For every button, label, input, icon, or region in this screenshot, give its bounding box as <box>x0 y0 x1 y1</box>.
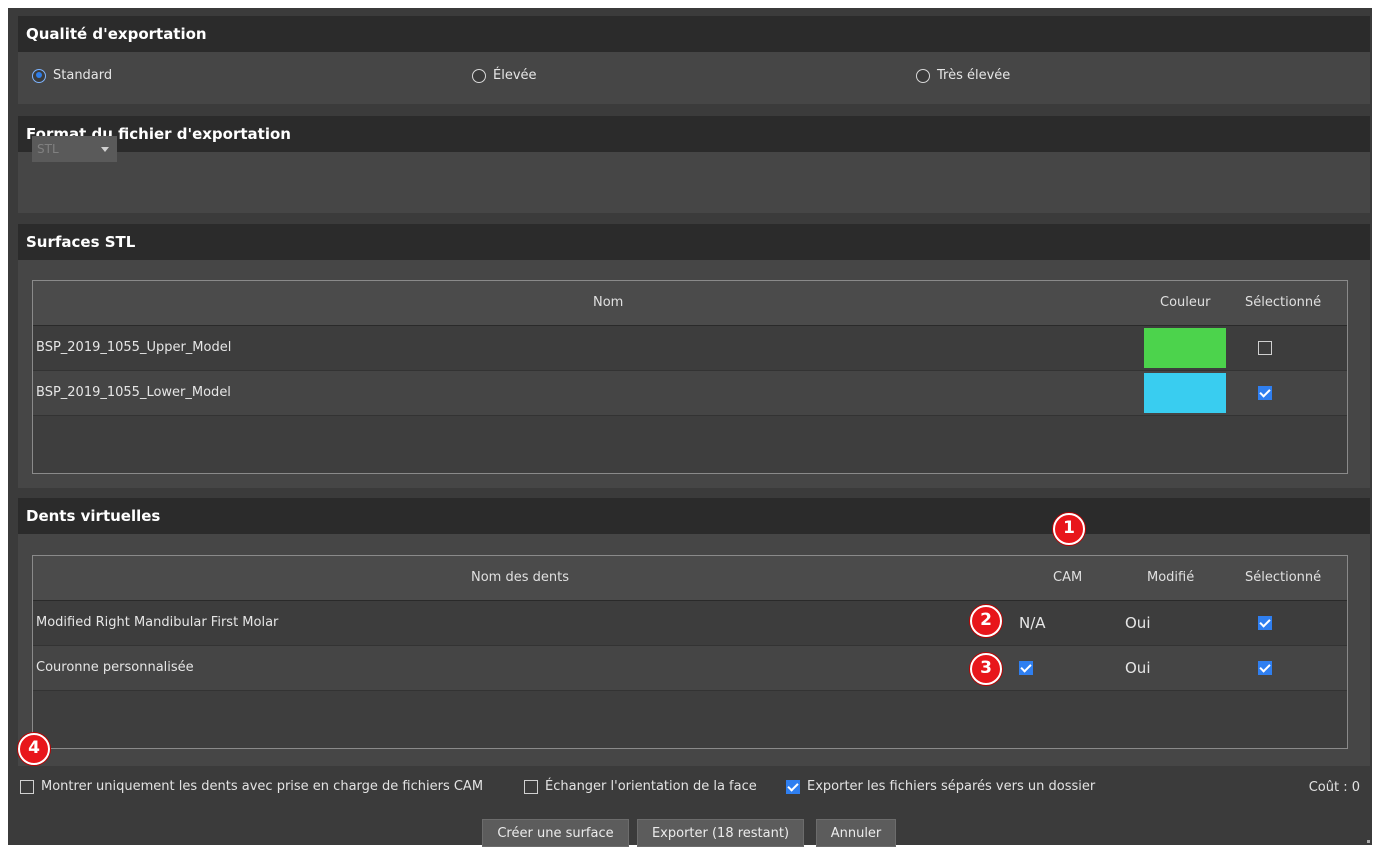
export-quality-title: Qualité d'exportation <box>18 16 1370 52</box>
table-row[interactable]: BSP_2019_1055_Upper_Model <box>33 326 1347 371</box>
color-swatch[interactable] <box>1144 373 1226 413</box>
surface-name: BSP_2019_1055_Upper_Model <box>36 340 232 355</box>
export-format-title: Format du fichier d'exportation <box>18 116 1370 152</box>
cam-only-label: Montrer uniquement les dents avec prise … <box>41 779 484 794</box>
chevron-down-icon <box>101 147 109 152</box>
tooth-name: Modified Right Mandibular First Molar <box>36 615 279 630</box>
column-header-selected[interactable]: Sélectionné <box>1245 295 1321 310</box>
virtual-teeth-title: Dents virtuelles <box>18 498 1370 534</box>
quality-very-high-label: Très élevée <box>937 68 1011 83</box>
swap-orientation-option[interactable]: Échanger l'orientation de la face <box>524 779 757 794</box>
stl-surfaces-title: Surfaces STL <box>18 224 1370 260</box>
create-surface-button[interactable]: Créer une surface <box>482 819 629 847</box>
stl-surfaces-section: Surfaces STL Nom Couleur Sélectionné BSP… <box>18 224 1370 488</box>
swap-orientation-label: Échanger l'orientation de la face <box>545 779 757 794</box>
surface-name: BSP_2019_1055_Lower_Model <box>36 385 231 400</box>
surface-select-checkbox[interactable] <box>1258 341 1272 355</box>
cam-only-option[interactable]: Montrer uniquement les dents avec prise … <box>20 779 483 794</box>
format-dropdown[interactable]: STL <box>32 136 117 162</box>
resize-grip-icon[interactable] <box>1367 840 1370 843</box>
tooth-select-checkbox[interactable] <box>1258 616 1272 630</box>
table-header: Nom des dents CAM Modifié Sélectionné <box>33 556 1347 601</box>
cost-label: Coût : 0 <box>1308 780 1360 795</box>
export-dialog: Qualité d'exportation Standard Élevée Tr… <box>8 8 1372 847</box>
quality-high-label: Élevée <box>493 68 537 83</box>
quality-radio-group: Standard Élevée Très élevée <box>18 52 1370 104</box>
format-dropdown-value: STL <box>37 142 59 156</box>
table-row[interactable]: Modified Right Mandibular First Molar N/… <box>33 601 1347 646</box>
radio-unselected-icon <box>472 68 486 83</box>
radio-selected-icon <box>32 68 46 83</box>
annotation-badge-2: 2 <box>970 605 1002 637</box>
modified-value: Oui <box>1125 614 1151 632</box>
radio-unselected-icon <box>916 68 930 83</box>
cam-only-checkbox[interactable] <box>20 779 34 794</box>
swap-orientation-checkbox[interactable] <box>524 779 538 794</box>
table-header: Nom Couleur Sélectionné <box>33 281 1347 326</box>
export-separate-checkbox[interactable] <box>786 779 800 794</box>
annotation-badge-1: 1 <box>1053 513 1085 545</box>
cam-checkbox[interactable] <box>1019 661 1033 675</box>
column-header-modified[interactable]: Modifié <box>1147 570 1194 585</box>
virtual-teeth-table: Nom des dents CAM Modifié Sélectionné Mo… <box>32 555 1348 749</box>
quality-high-radio[interactable]: Élevée <box>472 68 537 83</box>
export-button[interactable]: Exporter (18 restant) <box>637 819 804 847</box>
column-header-name[interactable]: Nom <box>593 295 623 310</box>
export-separate-option[interactable]: Exporter les fichiers séparés vers un do… <box>786 779 1095 794</box>
export-format-section: Format du fichier d'exportation STL <box>18 116 1370 213</box>
color-swatch[interactable] <box>1144 328 1226 368</box>
column-header-color[interactable]: Couleur <box>1160 295 1210 310</box>
stl-surfaces-table: Nom Couleur Sélectionné BSP_2019_1055_Up… <box>32 280 1348 474</box>
tooth-select-checkbox[interactable] <box>1258 661 1272 675</box>
export-separate-label: Exporter les fichiers séparés vers un do… <box>807 779 1096 794</box>
column-header-tooth-name[interactable]: Nom des dents <box>471 570 569 585</box>
column-header-cam[interactable]: CAM <box>1053 570 1082 585</box>
quality-very-high-radio[interactable]: Très élevée <box>916 68 1010 83</box>
quality-standard-radio[interactable]: Standard <box>32 68 112 83</box>
modified-value: Oui <box>1125 659 1151 677</box>
annotation-badge-4: 4 <box>18 733 50 765</box>
export-quality-section: Qualité d'exportation Standard Élevée Tr… <box>18 16 1370 104</box>
surface-select-checkbox[interactable] <box>1258 386 1272 400</box>
cancel-button[interactable]: Annuler <box>816 819 896 847</box>
column-header-selected[interactable]: Sélectionné <box>1245 570 1321 585</box>
virtual-teeth-section: Dents virtuelles Nom des dents CAM Modif… <box>18 498 1370 766</box>
cam-value: N/A <box>1019 614 1046 632</box>
table-row[interactable]: Couronne personnalisée Oui <box>33 646 1347 691</box>
table-row[interactable]: BSP_2019_1055_Lower_Model <box>33 371 1347 416</box>
tooth-name: Couronne personnalisée <box>36 660 194 675</box>
quality-standard-label: Standard <box>53 68 113 83</box>
annotation-badge-3: 3 <box>970 653 1002 685</box>
